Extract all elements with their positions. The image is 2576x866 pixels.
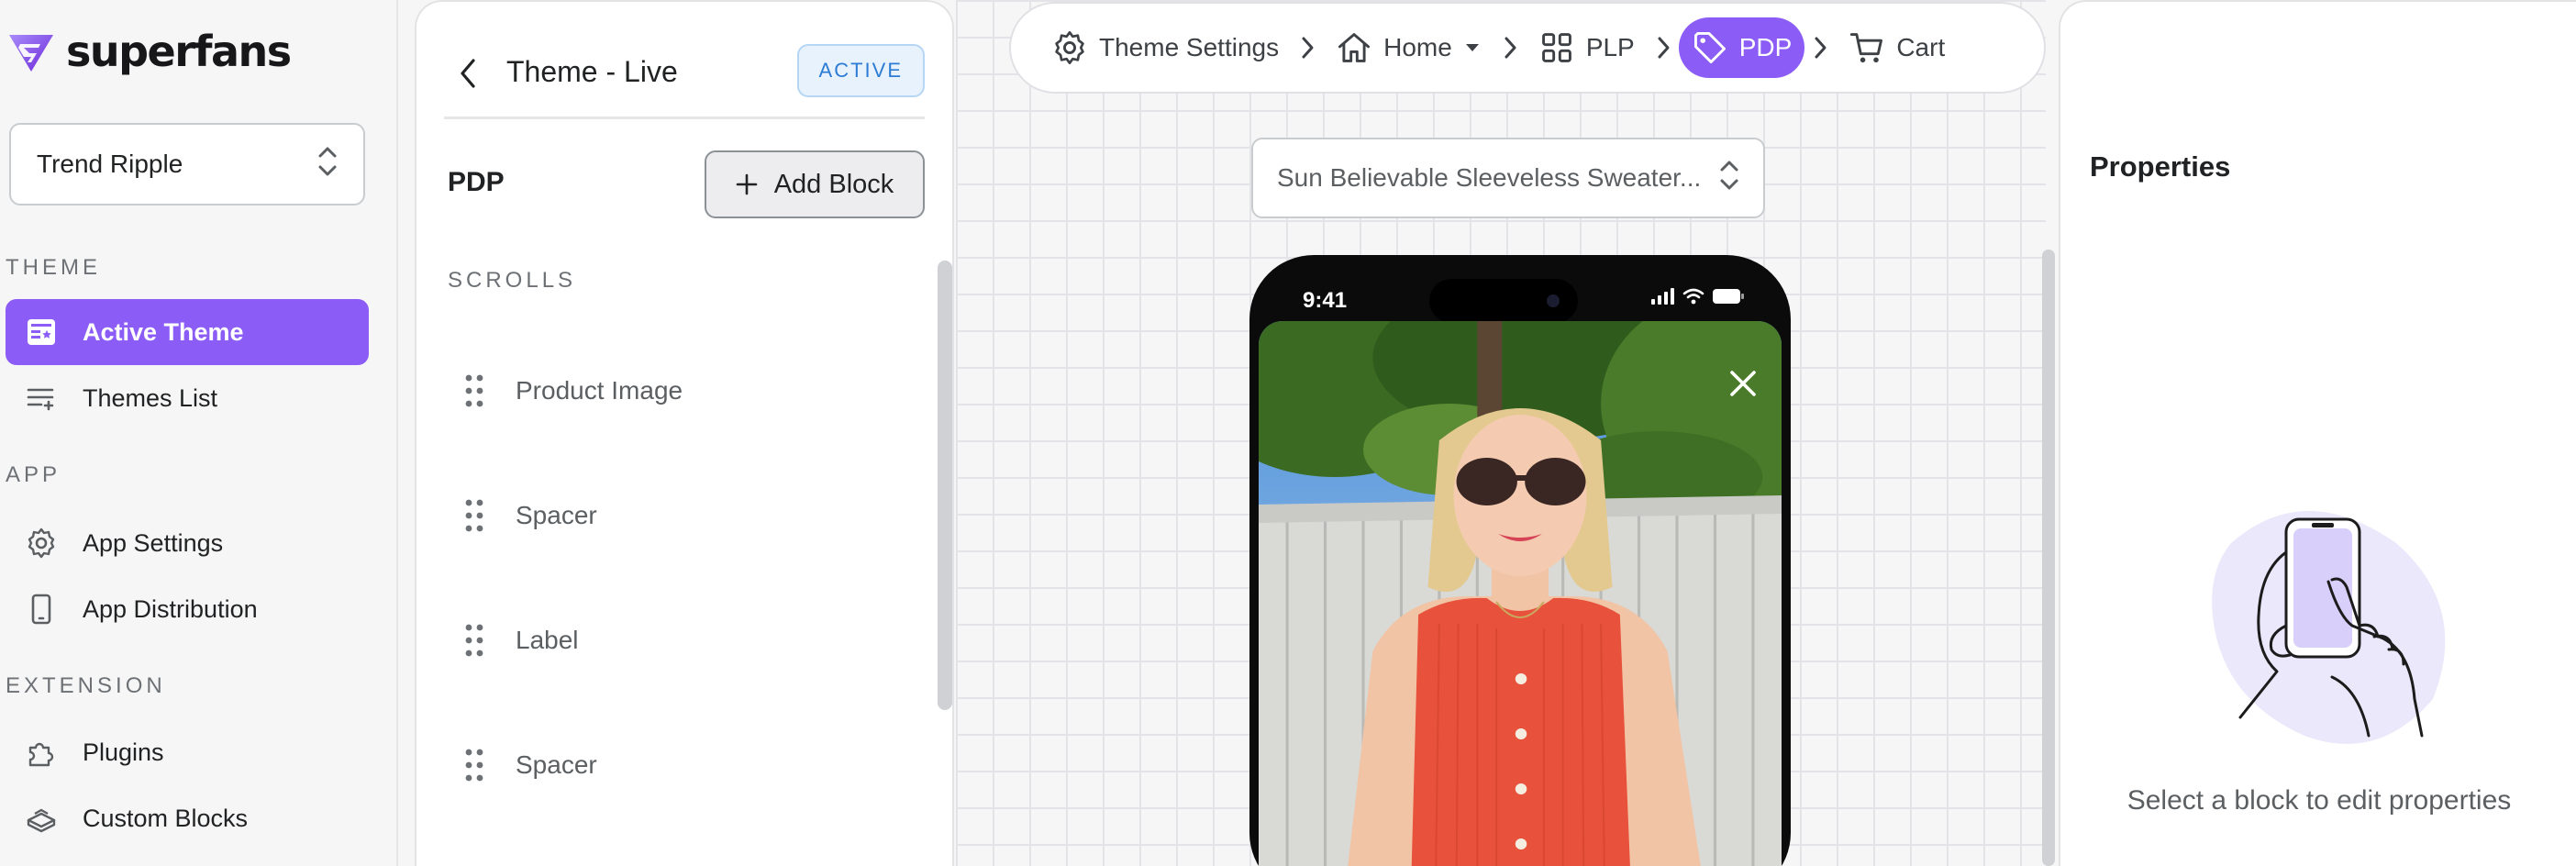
left-sidebar: superfans Trend Ripple THEME Active Them… xyxy=(0,0,398,866)
breadcrumb-cart[interactable]: Cart xyxy=(1836,17,1958,78)
home-icon xyxy=(1338,33,1371,62)
section-heading-theme: THEME xyxy=(6,255,101,280)
chevron-right-icon xyxy=(1648,34,1679,61)
page-label: PDP xyxy=(448,167,505,197)
store-selector-value: Trend Ripple xyxy=(37,150,183,178)
nav-item-custom-blocks[interactable]: Custom Blocks xyxy=(6,785,369,851)
chevron-right-icon xyxy=(1292,34,1323,61)
add-block-label: Add Block xyxy=(773,169,894,199)
chevron-left-icon xyxy=(461,59,475,88)
block-item-label: Spacer xyxy=(516,501,597,529)
properties-title: Properties xyxy=(2090,150,2231,183)
wifi-icon xyxy=(1682,288,1704,305)
add-block-button[interactable]: Add Block xyxy=(705,150,925,218)
block-item-label: Spacer xyxy=(516,750,597,779)
block-item-label: Product Image xyxy=(516,376,683,405)
gear-icon xyxy=(1055,31,1084,64)
preview-canvas: Theme Settings Home PLP PDP Cart Sun Bel… xyxy=(956,0,2046,866)
caret-down-icon xyxy=(1465,44,1479,51)
product-selector-value: Sun Believable Sleeveless Sweater... xyxy=(1277,163,1702,192)
status-time: 9:41 xyxy=(1303,288,1348,313)
block-item-label-block[interactable]: Label xyxy=(462,613,579,668)
breadcrumb-plp[interactable]: PLP xyxy=(1526,17,1648,78)
product-image xyxy=(1259,321,1782,866)
block-item-label: Label xyxy=(516,626,579,654)
back-button[interactable] xyxy=(444,50,492,97)
drag-handle-icon[interactable] xyxy=(462,746,486,784)
breadcrumb-label: Home xyxy=(1383,33,1452,61)
chevron-updown-icon xyxy=(1717,157,1741,200)
breadcrumb-pdp[interactable]: PDP xyxy=(1678,17,1805,78)
nav-item-app-distribution[interactable]: App Distribution xyxy=(6,576,369,642)
block-item-spacer[interactable]: Spacer xyxy=(462,738,597,793)
blocks-icon xyxy=(22,799,61,838)
product-selector[interactable]: Sun Believable Sleeveless Sweater... xyxy=(1251,138,1765,218)
blocks-scrollbar[interactable] xyxy=(938,261,952,710)
dynamic-island xyxy=(1429,279,1578,323)
blocks-panel-header: Theme - Live ACTIVE xyxy=(444,35,925,119)
phone-hands-illustration-icon xyxy=(2212,511,2446,744)
store-selector[interactable]: Trend Ripple xyxy=(9,123,365,205)
breadcrumb-label: PLP xyxy=(1585,33,1635,61)
tag-icon xyxy=(1693,32,1726,63)
page-breadcrumb: Theme Settings Home PLP PDP Cart xyxy=(1009,2,2046,94)
breadcrumb-label: Cart xyxy=(1896,33,1946,61)
plus-icon xyxy=(736,173,758,195)
nav-item-label: Themes List xyxy=(83,383,218,412)
cart-icon xyxy=(1850,33,1883,63)
breadcrumb-label: PDP xyxy=(1738,33,1793,61)
status-badge: ACTIVE xyxy=(796,44,925,97)
battery-icon xyxy=(1713,289,1744,304)
nav-item-label: Custom Blocks xyxy=(83,804,249,832)
gear-icon xyxy=(22,524,61,562)
grid-icon xyxy=(1541,33,1571,62)
product-photo xyxy=(1259,321,1782,866)
status-icons xyxy=(1651,288,1745,305)
drag-handle-icon[interactable] xyxy=(462,621,486,660)
puzzle-icon xyxy=(22,733,61,772)
properties-panel: Properties Select a block to edit proper… xyxy=(2059,0,2576,866)
brand[interactable]: superfans xyxy=(6,26,292,77)
close-icon[interactable] xyxy=(1725,365,1761,402)
phone-preview: 9:41 xyxy=(1249,255,1791,866)
breadcrumb-theme-settings[interactable]: Theme Settings xyxy=(1038,17,1292,78)
phone-icon xyxy=(22,590,61,628)
chevron-right-icon xyxy=(1494,34,1526,61)
breadcrumb-label: Theme Settings xyxy=(1099,33,1280,61)
nav-item-themes-list[interactable]: Themes List xyxy=(6,365,369,431)
section-heading-app: APP xyxy=(6,462,61,487)
nav-item-app-settings[interactable]: App Settings xyxy=(6,510,369,576)
nav-item-label: App Distribution xyxy=(83,594,258,623)
blocks-panel: Theme - Live ACTIVE PDP Add Block SCROLL… xyxy=(415,0,954,866)
signal-icon xyxy=(1651,288,1674,305)
section-heading-scrolls: SCROLLS xyxy=(448,268,577,293)
drag-handle-icon[interactable] xyxy=(462,496,486,535)
chevron-right-icon xyxy=(1804,34,1836,61)
nav-item-label: App Settings xyxy=(83,528,224,557)
block-item-spacer[interactable]: Spacer xyxy=(462,488,597,543)
nav-item-label: Active Theme xyxy=(83,317,244,346)
chevron-updown-icon xyxy=(316,143,339,186)
nav-item-plugins[interactable]: Plugins xyxy=(6,719,369,785)
theme-icon xyxy=(22,313,61,351)
canvas-scrollbar[interactable] xyxy=(2042,250,2055,866)
list-icon xyxy=(22,379,61,417)
brand-name: superfans xyxy=(66,27,292,76)
nav-item-active-theme[interactable]: Active Theme xyxy=(6,299,369,365)
drag-handle-icon[interactable] xyxy=(462,372,486,410)
properties-empty-message: Select a block to edit properties xyxy=(2126,785,2512,816)
phone-status-bar: 9:41 xyxy=(1249,255,1791,323)
superfans-logo-icon xyxy=(6,26,57,77)
section-heading-extension: EXTENSION xyxy=(6,673,166,698)
breadcrumb-home[interactable]: Home xyxy=(1323,17,1494,78)
block-item-product-image[interactable]: Product Image xyxy=(462,363,683,418)
theme-title: Theme - Live xyxy=(506,55,678,88)
nav-item-label: Plugins xyxy=(83,738,164,766)
